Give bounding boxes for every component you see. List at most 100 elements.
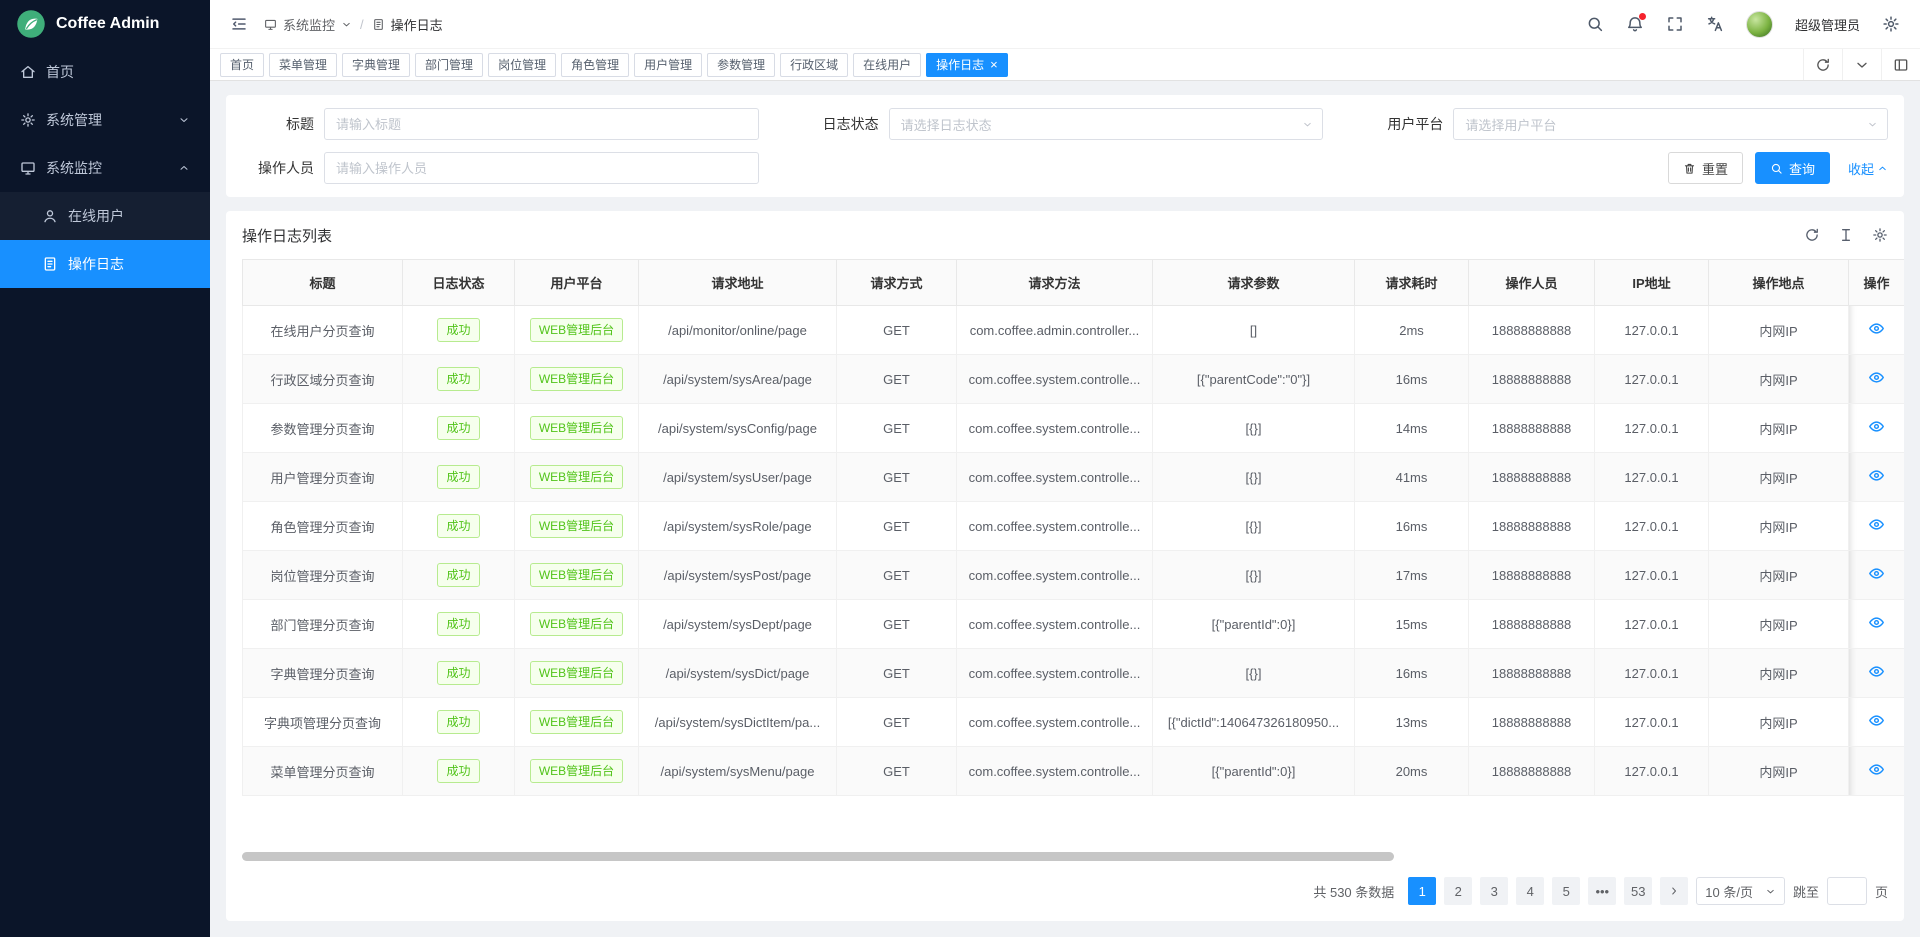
view-detail-button[interactable] <box>1868 565 1885 582</box>
refresh-tab-button[interactable] <box>1803 49 1842 80</box>
tab-options-button[interactable] <box>1842 49 1881 80</box>
chevron-up-icon <box>1877 163 1888 174</box>
avatar[interactable] <box>1746 11 1773 38</box>
tab-online-users[interactable]: 在线用户 <box>853 53 921 77</box>
cell-ip: 127.0.0.1 <box>1595 502 1709 551</box>
cell-url: /api/monitor/online/page <box>639 306 837 355</box>
search-button[interactable]: 查询 <box>1755 152 1830 184</box>
sidebar-item-system-monitor[interactable]: 系统监控 <box>0 144 210 192</box>
user-platform-select[interactable]: 请选择用户平台 <box>1453 108 1888 140</box>
refresh-icon <box>1815 57 1831 73</box>
table-row: 字典项管理分页查询成功WEB管理后台/api/system/sysDictIte… <box>243 698 1905 747</box>
sidebar-item-online-users[interactable]: 在线用户 <box>0 192 210 240</box>
view-detail-button[interactable] <box>1868 369 1885 386</box>
sidebar-item-system-management[interactable]: 系统管理 <box>0 96 210 144</box>
cell-title: 菜单管理分页查询 <box>243 747 403 796</box>
cell-actions <box>1849 649 1905 698</box>
view-detail-button[interactable] <box>1868 467 1885 484</box>
breadcrumb-section[interactable]: 系统监控 <box>283 15 335 34</box>
page-button-53[interactable]: 53 <box>1624 877 1652 905</box>
column-settings-icon[interactable] <box>1872 227 1888 243</box>
cell-title: 角色管理分页查询 <box>243 502 403 551</box>
tab-post-management[interactable]: 岗位管理 <box>488 53 556 77</box>
cell-method: GET <box>837 404 957 453</box>
page-button-1[interactable]: 1 <box>1408 877 1436 905</box>
page-size-select[interactable]: 10 条/页 <box>1696 877 1785 905</box>
fullscreen-icon[interactable] <box>1666 15 1684 33</box>
cell-url: /api/system/sysPost/page <box>639 551 837 600</box>
breadcrumb-current: 操作日志 <box>391 15 443 34</box>
cell-operator: 18888888888 <box>1469 502 1595 551</box>
view-detail-button[interactable] <box>1868 712 1885 729</box>
cell-ip: 127.0.0.1 <box>1595 698 1709 747</box>
username[interactable]: 超级管理员 <box>1795 15 1860 34</box>
collapse-filters-button[interactable]: 收起 <box>1848 159 1888 178</box>
tab-admin-region[interactable]: 行政区域 <box>780 53 848 77</box>
page-button-4[interactable]: 4 <box>1516 877 1544 905</box>
page-button-2[interactable]: 2 <box>1444 877 1472 905</box>
operator-filter-input[interactable] <box>324 152 759 184</box>
next-page-button[interactable] <box>1660 877 1688 905</box>
sidebar-submenu: 在线用户操作日志 <box>0 192 210 288</box>
column-height-icon[interactable] <box>1838 227 1854 243</box>
close-icon[interactable]: × <box>990 58 998 71</box>
title-filter-input[interactable] <box>324 108 759 140</box>
sidebar-item-label: 首页 <box>46 62 74 82</box>
jump-page-input[interactable] <box>1827 877 1867 905</box>
user-platform-filter-label: 用户平台 <box>1371 114 1443 134</box>
view-detail-button[interactable] <box>1868 663 1885 680</box>
cell-params: [{"parentId":0}] <box>1153 747 1355 796</box>
cell-url: /api/system/sysArea/page <box>639 355 837 404</box>
tab-label: 字典管理 <box>352 56 400 73</box>
tab-param-management[interactable]: 参数管理 <box>707 53 775 77</box>
tab-menu-management[interactable]: 菜单管理 <box>269 53 337 77</box>
view-detail-button[interactable] <box>1868 516 1885 533</box>
cell-ip: 127.0.0.1 <box>1595 649 1709 698</box>
tab-dept-management[interactable]: 部门管理 <box>415 53 483 77</box>
refresh-icon[interactable] <box>1804 227 1820 243</box>
pagination: 共 530 条数据 12345•••53 10 条/页 跳至 页 <box>242 871 1888 921</box>
tabbar-actions <box>1803 49 1920 80</box>
layout-toggle-button[interactable] <box>1881 49 1920 80</box>
platform-badge: WEB管理后台 <box>530 416 623 440</box>
view-detail-button[interactable] <box>1868 418 1885 435</box>
cell-location: 内网IP <box>1709 600 1849 649</box>
cell-url: /api/system/sysDict/page <box>639 649 837 698</box>
page-button-5[interactable]: 5 <box>1552 877 1580 905</box>
cell-params: [{}] <box>1153 551 1355 600</box>
sidebar-collapse-icon[interactable] <box>230 15 248 33</box>
search-icon[interactable] <box>1586 15 1604 33</box>
tab-home[interactable]: 首页 <box>220 53 264 77</box>
translate-icon[interactable] <box>1706 15 1724 33</box>
tab-dict-management[interactable]: 字典管理 <box>342 53 410 77</box>
view-detail-button[interactable] <box>1868 320 1885 337</box>
tab-role-management[interactable]: 角色管理 <box>561 53 629 77</box>
sidebar-item-operation-log[interactable]: 操作日志 <box>0 240 210 288</box>
reset-button[interactable]: 重置 <box>1668 152 1743 184</box>
tab-operation-log[interactable]: 操作日志× <box>926 53 1008 77</box>
cell-platform: WEB管理后台 <box>515 649 639 698</box>
cell-location: 内网IP <box>1709 453 1849 502</box>
horizontal-scrollbar <box>242 852 1888 861</box>
more-pages-button[interactable]: ••• <box>1588 877 1616 905</box>
page-button-3[interactable]: 3 <box>1480 877 1508 905</box>
cell-url: /api/system/sysDept/page <box>639 600 837 649</box>
status-badge: 成功 <box>437 465 479 489</box>
main-area: 系统监控 / 操作日志 超级管理员 首页菜单管理字典管理部门 <box>210 0 1920 937</box>
tab-user-management[interactable]: 用户管理 <box>634 53 702 77</box>
cell-title: 在线用户分页查询 <box>243 306 403 355</box>
settings-icon[interactable] <box>1882 15 1900 33</box>
log-status-select[interactable]: 请选择日志状态 <box>889 108 1324 140</box>
scrollbar-thumb[interactable] <box>242 852 1394 861</box>
view-detail-button[interactable] <box>1868 614 1885 631</box>
panel-title: 操作日志列表 <box>242 225 332 246</box>
cell-location: 内网IP <box>1709 649 1849 698</box>
notifications-button[interactable] <box>1626 15 1644 33</box>
tab-label: 首页 <box>230 56 254 73</box>
sidebar-item-home[interactable]: 首页 <box>0 48 210 96</box>
cell-location: 内网IP <box>1709 355 1849 404</box>
chevron-down-icon <box>178 114 190 126</box>
cell-status: 成功 <box>403 306 515 355</box>
cell-actions <box>1849 306 1905 355</box>
view-detail-button[interactable] <box>1868 761 1885 778</box>
